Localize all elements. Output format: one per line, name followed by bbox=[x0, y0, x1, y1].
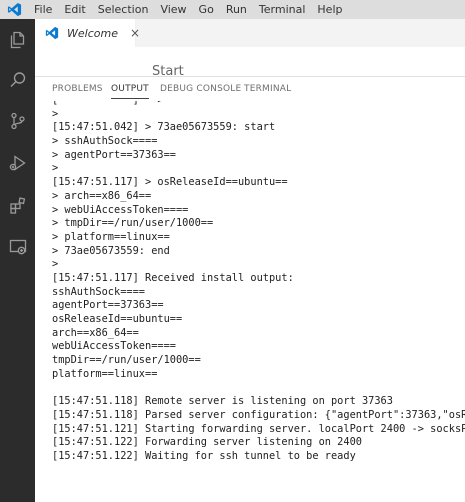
output-line: platform==linux== bbox=[52, 367, 158, 380]
output-line: [15:47:51.118] Parsed server configurati… bbox=[52, 408, 465, 421]
vscode-logo-icon bbox=[45, 26, 59, 40]
vscode-logo-icon[interactable] bbox=[0, 0, 28, 19]
output-line: [15:47:51.118] Remote server is listenin… bbox=[52, 395, 393, 408]
output-line: > 73ae05673559: end bbox=[52, 244, 170, 257]
output-line: > bbox=[52, 107, 59, 120]
source-control-icon[interactable] bbox=[0, 103, 35, 138]
close-icon[interactable]: × bbox=[130, 27, 140, 39]
output-line: osReleaseId==ubuntu== bbox=[52, 313, 183, 325]
tab-label: Welcome bbox=[67, 26, 118, 40]
menu-selection[interactable]: Selection bbox=[92, 0, 155, 19]
tab-output[interactable]: OUTPUT bbox=[111, 77, 149, 101]
output-line: > platform==linux== bbox=[52, 230, 170, 243]
output-line: > bbox=[52, 258, 59, 271]
menu-view[interactable]: View bbox=[154, 0, 192, 19]
explorer-icon[interactable] bbox=[0, 22, 35, 57]
output-line: > tmpDir==/run/user/1000== bbox=[52, 217, 214, 230]
menu-terminal[interactable]: Terminal bbox=[253, 0, 312, 19]
output-line: [15:47:51.117] > osReleaseId==ubuntu== bbox=[52, 176, 288, 189]
output-line-clipped: [ ] > · · · · · · · · · · · · · bbox=[52, 101, 465, 108]
tab-welcome[interactable]: Welcome × bbox=[35, 19, 140, 47]
menu-help[interactable]: Help bbox=[311, 0, 348, 19]
output-line: > webUiAccessToken==== bbox=[52, 203, 189, 216]
output-log[interactable]: [ ] > · · · · · · · · · · · · · >[15:47:… bbox=[52, 101, 465, 502]
output-line: arch==x86_64== bbox=[52, 326, 139, 339]
tab-debug-console[interactable]: DEBUG CONSOLE bbox=[160, 77, 241, 101]
output-line: [15:47:51.042] > 73ae05673559: start bbox=[52, 121, 276, 134]
output-line: sshAuthSock==== bbox=[52, 285, 145, 298]
output-line: agentPort==37363== bbox=[52, 299, 164, 312]
output-line: webUiAccessToken==== bbox=[52, 340, 176, 353]
menu-go[interactable]: Go bbox=[193, 0, 220, 19]
output-line: > arch==x86_64== bbox=[52, 189, 152, 202]
output-line: > bbox=[52, 162, 59, 175]
editor-tab-bar: Welcome × bbox=[35, 19, 465, 47]
menu-file[interactable]: File bbox=[28, 0, 58, 19]
menu-run[interactable]: Run bbox=[220, 0, 253, 19]
output-line: tmpDir==/run/user/1000== bbox=[52, 354, 201, 367]
output-line: [15:47:51.121] Starting forwarding serve… bbox=[52, 422, 465, 435]
panel-tab-bar: PROBLEMS OUTPUT DEBUG CONSOLE TERMINAL bbox=[35, 77, 465, 101]
output-line: [15:47:51.122] Forwarding server listeni… bbox=[52, 436, 362, 449]
menu-bar: File Edit Selection View Go Run Terminal Help bbox=[0, 0, 465, 19]
search-icon[interactable] bbox=[0, 62, 35, 97]
activity-bar bbox=[0, 19, 35, 502]
extensions-icon[interactable] bbox=[0, 187, 35, 222]
tab-terminal[interactable]: TERMINAL bbox=[244, 77, 291, 101]
output-line: [15:47:51.122] Waiting for ssh tunnel to… bbox=[52, 449, 356, 462]
output-line: > agentPort==37363== bbox=[52, 148, 176, 161]
remote-explorer-icon[interactable] bbox=[0, 229, 35, 264]
bottom-panel: PROBLEMS OUTPUT DEBUG CONSOLE TERMINAL [… bbox=[35, 76, 465, 502]
editor-area: Welcome × Start PROBLEMS OUTPUT DEBUG CO… bbox=[35, 19, 465, 502]
output-line: > sshAuthSock==== bbox=[52, 135, 158, 148]
menu-edit[interactable]: Edit bbox=[58, 0, 91, 19]
run-debug-icon[interactable] bbox=[0, 145, 35, 180]
tab-problems[interactable]: PROBLEMS bbox=[52, 77, 103, 101]
output-line: [15:47:51.117] Received install output: bbox=[52, 271, 294, 284]
